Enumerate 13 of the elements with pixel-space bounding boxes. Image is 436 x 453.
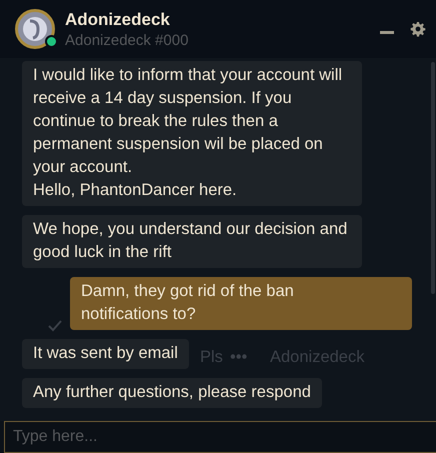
check-icon bbox=[48, 320, 62, 332]
minimize-icon[interactable] bbox=[380, 31, 394, 34]
contact-name: Adonizedeck bbox=[65, 10, 171, 30]
message-bubble: I would like to inform that your account will receive a 14 day suspension. If you continue to break the rules then a permanent suspension wil be placed on your account. Hello, PhantonDancer here. bbox=[22, 61, 362, 206]
message-bubble: Damn, they got rid of the ban notifications to? bbox=[70, 277, 412, 330]
message-bubble: We hope, you understand our decision and good luck in the rift bbox=[22, 215, 362, 268]
background-text: ••• bbox=[230, 348, 248, 367]
contact-tag: Adonizedeck #000 bbox=[65, 32, 380, 48]
settings-icon[interactable] bbox=[410, 21, 426, 37]
avatar-icon bbox=[15, 9, 55, 49]
message-input[interactable]: Type here... bbox=[4, 421, 436, 453]
message-bubble: Any further questions, please respond bbox=[22, 378, 322, 408]
message-bubble: It was sent by email bbox=[22, 339, 189, 369]
